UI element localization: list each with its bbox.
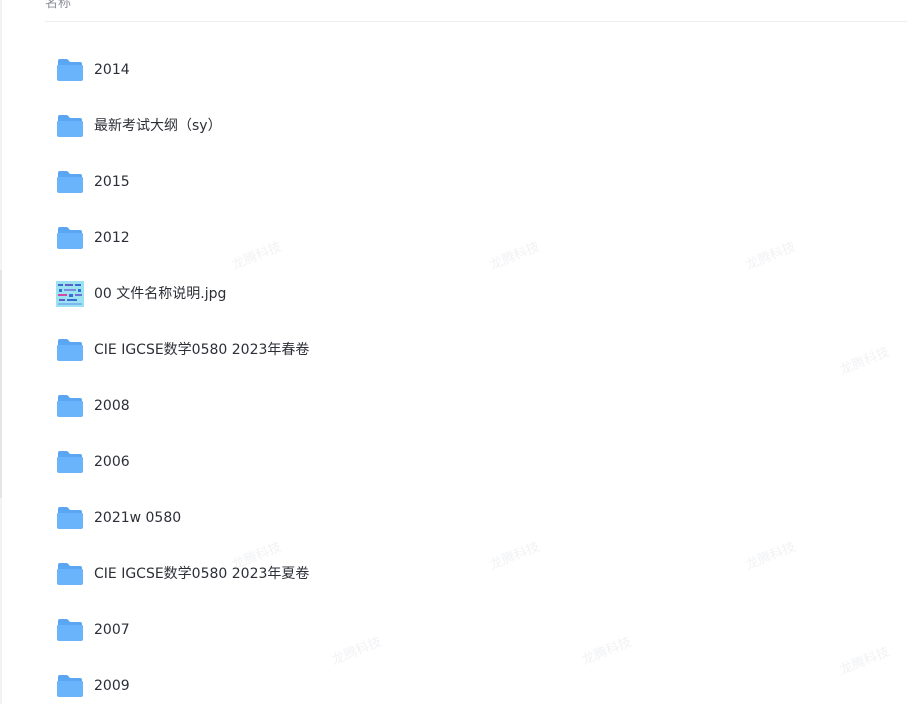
file-row[interactable]: 2012 bbox=[45, 210, 907, 266]
column-header-name[interactable]: 名称 bbox=[45, 0, 71, 11]
folder-icon[interactable] bbox=[56, 449, 84, 475]
image-thumbnail-icon[interactable] bbox=[56, 281, 84, 307]
left-scrollbar[interactable] bbox=[0, 0, 2, 704]
scrollbar-thumb[interactable] bbox=[0, 270, 2, 498]
file-name[interactable]: 最新考试大纲（sy） bbox=[94, 117, 222, 135]
file-row[interactable]: 2008 bbox=[45, 378, 907, 434]
file-row[interactable]: 2007 bbox=[45, 602, 907, 658]
file-name[interactable]: CIE IGCSE数学0580 2023年夏卷 bbox=[94, 565, 309, 583]
list-header: 名称 bbox=[45, 0, 907, 22]
file-row[interactable]: 00 文件名称说明.jpg bbox=[45, 266, 907, 322]
file-name[interactable]: 2014 bbox=[94, 61, 130, 79]
folder-icon[interactable] bbox=[56, 505, 84, 531]
file-row[interactable]: 2015 bbox=[45, 154, 907, 210]
file-row[interactable]: CIE IGCSE数学0580 2023年夏卷 bbox=[45, 546, 907, 602]
file-name[interactable]: 2006 bbox=[94, 453, 130, 471]
file-name[interactable]: CIE IGCSE数学0580 2023年春卷 bbox=[94, 341, 309, 359]
folder-icon[interactable] bbox=[56, 113, 84, 139]
file-list: 2014 最新考试大纲（sy） 2015 2012 00 文件名称说明.jpg CIE I… bbox=[45, 42, 907, 714]
file-name[interactable]: 00 文件名称说明.jpg bbox=[94, 285, 226, 303]
file-row[interactable]: 2006 bbox=[45, 434, 907, 490]
file-row[interactable]: CIE IGCSE数学0580 2023年春卷 bbox=[45, 322, 907, 378]
file-name[interactable]: 2021w 0580 bbox=[94, 509, 181, 527]
file-row[interactable]: 2014 bbox=[45, 42, 907, 98]
folder-icon[interactable] bbox=[56, 337, 84, 363]
file-row[interactable]: 2009 bbox=[45, 658, 907, 714]
file-row[interactable]: 2021w 0580 bbox=[45, 490, 907, 546]
folder-icon[interactable] bbox=[56, 57, 84, 83]
file-name[interactable]: 2007 bbox=[94, 621, 130, 639]
file-name[interactable]: 2008 bbox=[94, 397, 130, 415]
folder-icon[interactable] bbox=[56, 169, 84, 195]
folder-icon[interactable] bbox=[56, 393, 84, 419]
folder-icon[interactable] bbox=[56, 225, 84, 251]
file-name[interactable]: 2009 bbox=[94, 677, 130, 695]
folder-icon[interactable] bbox=[56, 561, 84, 587]
file-row[interactable]: 最新考试大纲（sy） bbox=[45, 98, 907, 154]
folder-icon[interactable] bbox=[56, 617, 84, 643]
folder-icon[interactable] bbox=[56, 673, 84, 699]
file-name[interactable]: 2012 bbox=[94, 229, 130, 247]
file-name[interactable]: 2015 bbox=[94, 173, 130, 191]
